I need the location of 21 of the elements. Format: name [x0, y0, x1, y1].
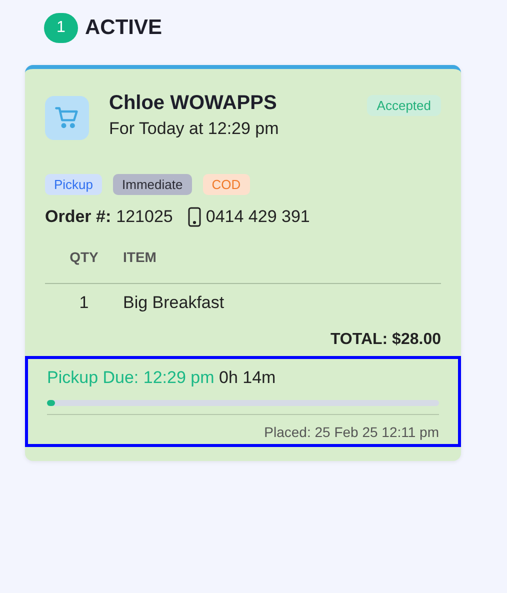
order-tag: COD — [202, 174, 250, 195]
item-cell: Big Breakfast — [123, 284, 441, 321]
order-tag: Pickup — [45, 174, 102, 195]
cart-icon — [45, 96, 89, 140]
pickup-due: Pickup Due: 12:29 pm — [47, 368, 214, 387]
order-number: 121025 — [116, 207, 173, 227]
order-tag: Immediate — [113, 174, 192, 195]
schedule-text: For Today at 12:29 pm — [109, 119, 280, 139]
status-badge: Accepted — [366, 95, 441, 116]
customer-name: Chloe WOWAPPS — [109, 92, 278, 115]
phone-number: 0414 429 391 — [206, 207, 310, 227]
section-title: ACTIVE — [85, 16, 162, 40]
placed-time: Placed: 25 Feb 25 12:11 pm — [47, 414, 439, 440]
order-label: Order #: — [45, 207, 112, 227]
count-badge: 1 — [44, 13, 78, 43]
time-remaining: 0h 14m — [219, 368, 276, 387]
phone-icon — [188, 207, 201, 227]
column-header: ITEM — [123, 239, 441, 284]
order-total: TOTAL: $28.00 — [329, 330, 442, 349]
column-header: QTY — [45, 239, 123, 284]
qty-cell: 1 — [45, 284, 123, 321]
